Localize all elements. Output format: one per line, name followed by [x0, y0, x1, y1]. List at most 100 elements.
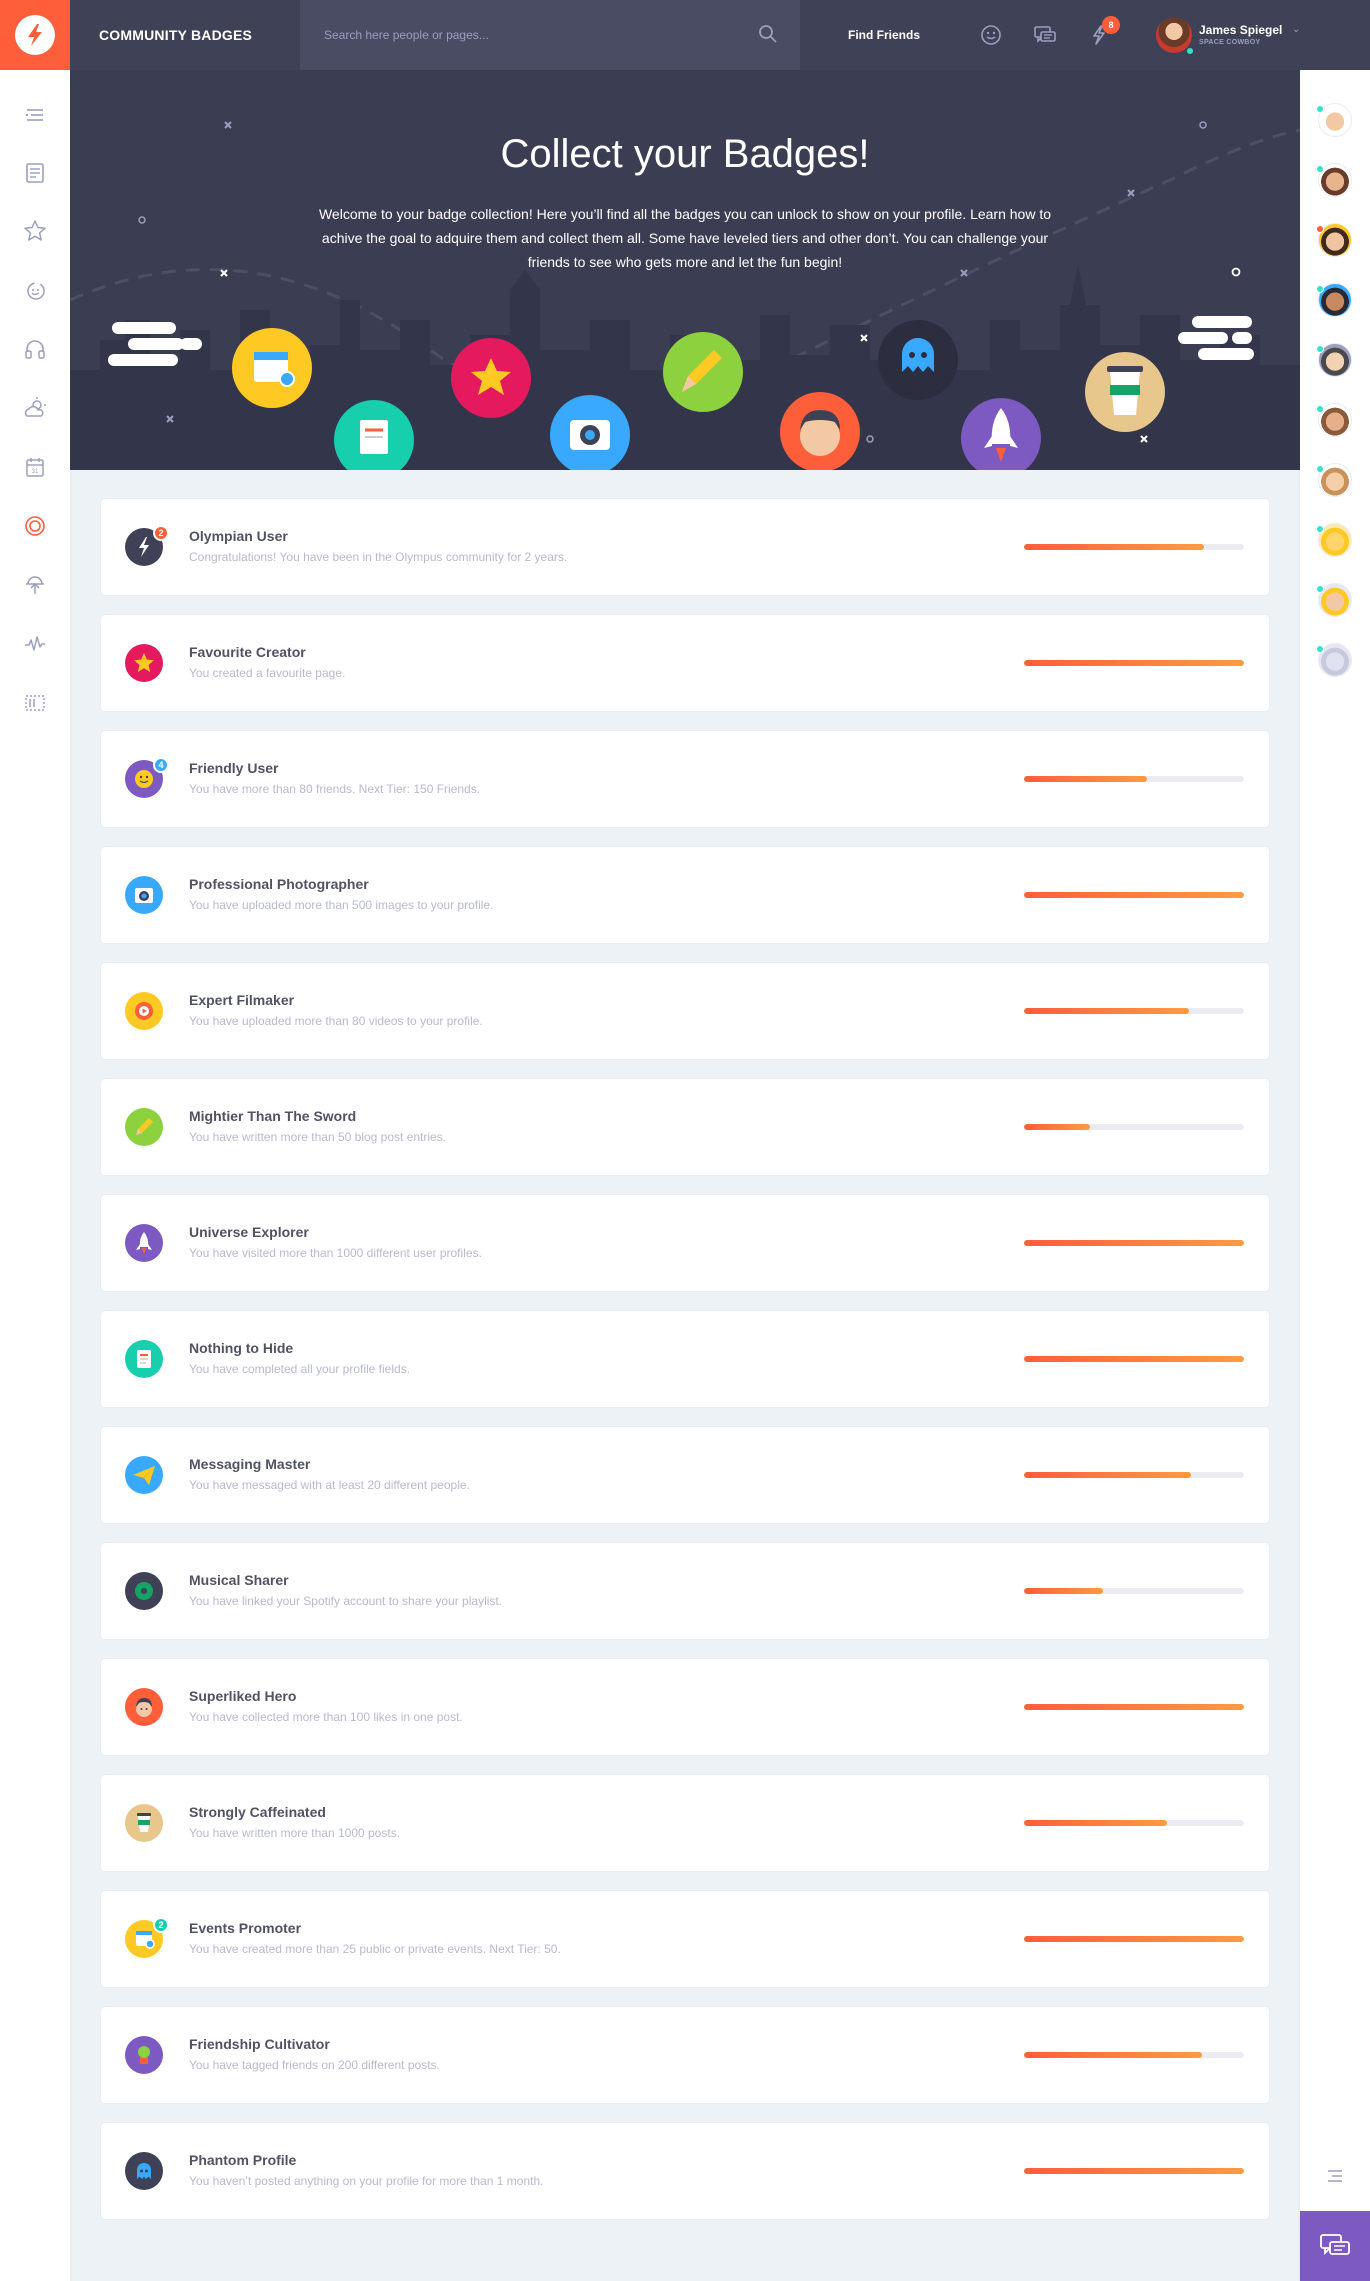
badge-description: You have more than 80 friends. Next Tier…	[189, 782, 481, 796]
logo[interactable]	[0, 0, 70, 70]
top-header: COMMUNITY BADGES Find Friends 8 James Sp…	[0, 0, 1370, 70]
online-status-dot	[1316, 585, 1324, 593]
rocket-icon	[125, 1224, 163, 1262]
online-status-dot	[1316, 645, 1324, 653]
vinyl-icon	[125, 1572, 163, 1610]
online-status-dot	[1316, 405, 1324, 413]
happy-face-icon[interactable]	[978, 22, 1004, 48]
left-sidebar: 31	[0, 70, 70, 2281]
badges-hero-banner: Collect your Badges! Welcome to your bad…	[70, 70, 1300, 470]
badge-card[interactable]: Musical Sharer You have linked your Spoti…	[101, 1543, 1269, 1639]
badge-card[interactable]: Nothing to Hide You have completed all yo…	[101, 1311, 1269, 1407]
badge-card[interactable]: Professional Photographer You have upload…	[101, 847, 1269, 943]
badge-card[interactable]: Universe Explorer You have visited more t…	[101, 1195, 1269, 1291]
badge-description: You have messaged with at least 20 diffe…	[189, 1478, 470, 1492]
badge-progress-bar	[1024, 544, 1244, 550]
badge-progress-bar	[1024, 1936, 1244, 1942]
film-icon	[125, 992, 163, 1030]
badge-progress-fill	[1024, 1588, 1104, 1594]
chevron-down-icon[interactable]: ⌄	[1292, 24, 1300, 35]
page-title: COMMUNITY BADGES	[99, 27, 253, 43]
badge-title: Messaging Master	[189, 1456, 311, 1472]
hero-title: Collect your Badges!	[500, 132, 870, 176]
search-icon[interactable]	[758, 24, 778, 44]
menu-icon[interactable]	[1324, 2165, 1346, 2187]
user-name[interactable]: James Spiegel	[1199, 23, 1282, 37]
badge-card[interactable]: Expert Filmaker You have uploaded more th…	[101, 963, 1269, 1059]
user-role: SPACE COWBOY	[1199, 39, 1261, 46]
chat-button[interactable]	[1300, 2211, 1370, 2281]
badge-progress-bar	[1024, 2052, 1244, 2058]
badge-card[interactable]: Superliked Hero You have collected more t…	[101, 1659, 1269, 1755]
badge-card[interactable]: Strongly Caffeinated You have written mor…	[101, 1775, 1269, 1871]
badges-icon[interactable]	[22, 513, 48, 539]
tier-badge: 2	[153, 1917, 169, 1933]
right-sidebar	[1300, 70, 1370, 2281]
search-input[interactable]	[300, 0, 740, 70]
badge-description: You have completed all your profile fiel…	[189, 1362, 411, 1376]
online-status-dot	[1316, 225, 1324, 233]
badge-title: Superliked Hero	[189, 1688, 297, 1704]
badge-description: You have tagged friends on 200 different…	[189, 2058, 440, 2072]
paper-plane-icon	[125, 1456, 163, 1494]
tier-badge: 2	[153, 525, 169, 541]
camera-icon	[125, 876, 163, 914]
badge-description: You have uploaded more than 80 videos to…	[189, 1014, 483, 1028]
online-status-dot	[1316, 285, 1324, 293]
badge-description: You haven’t posted anything on your prof…	[189, 2174, 544, 2188]
chat-messages-icon	[1320, 2234, 1350, 2256]
badge-progress-fill	[1024, 660, 1244, 666]
badge-title: Strongly Caffeinated	[189, 1804, 326, 1820]
badge-progress-bar	[1024, 1124, 1244, 1130]
music-icon[interactable]	[22, 572, 48, 598]
badge-title: Phantom Profile	[189, 2152, 297, 2168]
chat-messages-icon[interactable]	[1032, 22, 1058, 48]
badge-card[interactable]: Messaging Master You have messaged with a…	[101, 1427, 1269, 1523]
tier-badge: 4	[153, 757, 169, 773]
hero-description: Welcome to your badge collection! Here y…	[318, 206, 1052, 270]
find-friends-link[interactable]: Find Friends	[848, 0, 920, 70]
badge-description: You have written more than 1000 posts.	[189, 1826, 401, 1840]
badge-description: You created a favourite page.	[189, 666, 346, 680]
menu-icon[interactable]	[22, 102, 48, 128]
badge-description: You have written more than 50 blog post …	[189, 1130, 447, 1144]
badge-progress-fill	[1024, 892, 1244, 898]
notification-count-badge: 8	[1102, 16, 1120, 34]
badge-progress-bar	[1024, 892, 1244, 898]
weather-icon[interactable]	[22, 395, 48, 421]
badge-title: Expert Filmaker	[189, 992, 295, 1008]
search-bar	[300, 0, 800, 70]
headphones-icon[interactable]	[22, 336, 48, 362]
svg-text:31: 31	[32, 469, 39, 475]
statistics-icon[interactable]	[22, 631, 48, 657]
manage-widgets-icon[interactable]	[22, 690, 48, 716]
badge-description: You have uploaded more than 500 images t…	[189, 898, 494, 912]
badge-progress-fill	[1024, 1240, 1244, 1246]
badge-description: You have collected more than 100 likes i…	[189, 1710, 463, 1724]
badge-title: Professional Photographer	[189, 876, 369, 892]
badge-card[interactable]: 2 Events Promoter You have created more th…	[101, 1891, 1269, 1987]
badge-title: Friendly User	[189, 760, 279, 776]
online-status-dot	[1316, 525, 1324, 533]
ghost-icon	[125, 2152, 163, 2190]
badge-title: Mightier Than The Sword	[189, 1108, 357, 1124]
badge-card[interactable]: 2 Olympian User Congratulations! You have …	[101, 499, 1269, 595]
newsfeed-icon[interactable]	[22, 160, 48, 186]
calendar-icon[interactable]: 31	[22, 454, 48, 480]
badge-card[interactable]: Phantom Profile You haven’t posted anythi…	[101, 2123, 1269, 2219]
hero-face-icon	[125, 1688, 163, 1726]
badge-title: Universe Explorer	[189, 1224, 309, 1240]
badge-progress-fill	[1024, 1008, 1189, 1014]
badge-title: Musical Sharer	[189, 1572, 289, 1588]
badge-card[interactable]: Favourite Creator You created a favourite…	[101, 615, 1269, 711]
calendar-badge	[232, 328, 312, 408]
badge-card[interactable]: 4 Friendly User You have more than 80 frie…	[101, 731, 1269, 827]
badge-progress-bar	[1024, 1704, 1244, 1710]
badge-progress-fill	[1024, 1356, 1244, 1362]
star-icon[interactable]	[22, 218, 48, 244]
badge-progress-fill	[1024, 544, 1205, 550]
badge-card[interactable]: Friendship Cultivator You have tagged fri…	[101, 2007, 1269, 2103]
happy-faces-icon[interactable]	[22, 277, 48, 303]
badge-progress-fill	[1024, 776, 1148, 782]
badge-card[interactable]: Mightier Than The Sword You have written …	[101, 1079, 1269, 1175]
